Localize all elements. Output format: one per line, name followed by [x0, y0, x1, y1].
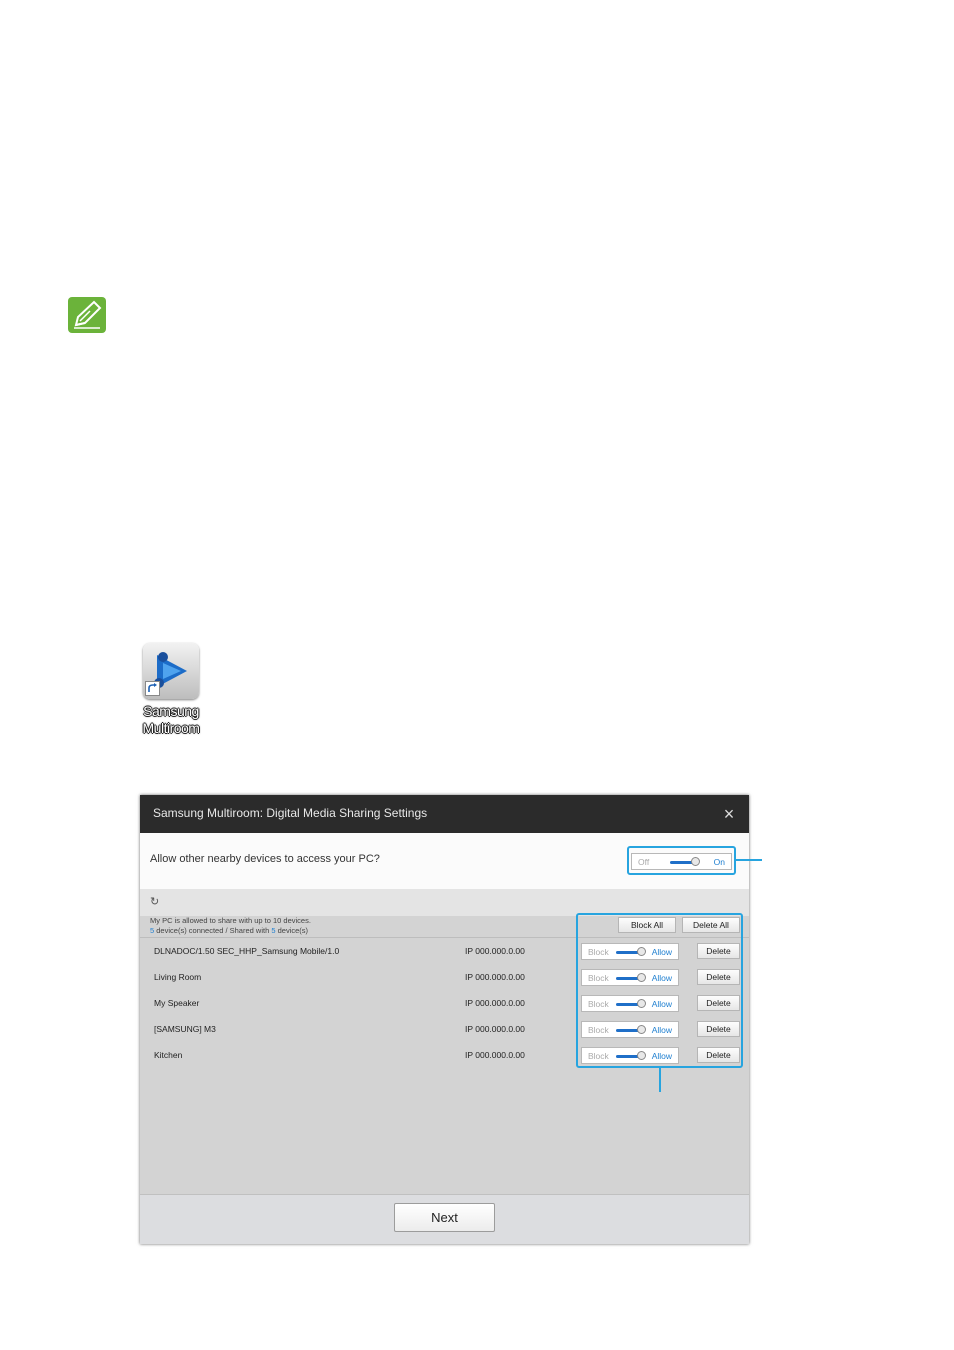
callout-leader-line: [736, 859, 762, 861]
callout-leader-line: [659, 1068, 661, 1092]
samsung-multiroom-shortcut[interactable]: Samsung Multiroom: [132, 640, 210, 740]
next-button[interactable]: Next: [394, 1203, 495, 1232]
sharing-limit-text: My PC is allowed to share with up to 10 …: [150, 916, 311, 925]
shortcut-arrow-icon: [145, 681, 160, 696]
refresh-icon[interactable]: ↻: [150, 895, 159, 908]
access-question: Allow other nearby devices to access you…: [150, 853, 380, 865]
device-ip: IP 000.000.0.00: [465, 972, 525, 982]
shared-text: device(s): [277, 926, 309, 935]
device-ip: IP 000.000.0.00: [465, 998, 525, 1008]
device-name: Kitchen: [154, 1050, 183, 1060]
shortcut-label: Samsung Multiroom: [142, 703, 200, 736]
device-ip: IP 000.000.0.00: [465, 1050, 525, 1060]
dialog-title: Samsung Multiroom: Digital Media Sharing…: [153, 806, 428, 820]
device-name: My Speaker: [154, 998, 200, 1008]
device-ip: IP 000.000.0.00: [465, 1024, 525, 1034]
device-name: [SAMSUNG] M3: [154, 1024, 216, 1034]
device-name: DLNADOC/1.50 SEC_HHP_Samsung Mobile/1.0: [154, 946, 340, 956]
device-ip: IP 000.000.0.00: [465, 946, 525, 956]
callout-device-controls: [576, 913, 743, 1068]
refresh-bar: ↻: [140, 889, 749, 916]
shared-count: 5: [271, 926, 276, 935]
dialog-titlebar: Samsung Multiroom: Digital Media Sharing…: [140, 795, 749, 833]
close-icon[interactable]: ×: [719, 804, 739, 824]
sharing-count-text: 5 device(s) connected / Shared with 5 de…: [150, 926, 311, 936]
sharing-info: My PC is allowed to share with up to 10 …: [150, 916, 311, 936]
device-name: Living Room: [154, 972, 202, 982]
dialog-footer: Next: [140, 1194, 749, 1244]
callout-access-toggle: [627, 846, 736, 875]
note-icon: [68, 297, 106, 333]
connected-text: device(s) connected / Shared with: [156, 926, 270, 935]
connected-count: 5: [150, 926, 155, 935]
